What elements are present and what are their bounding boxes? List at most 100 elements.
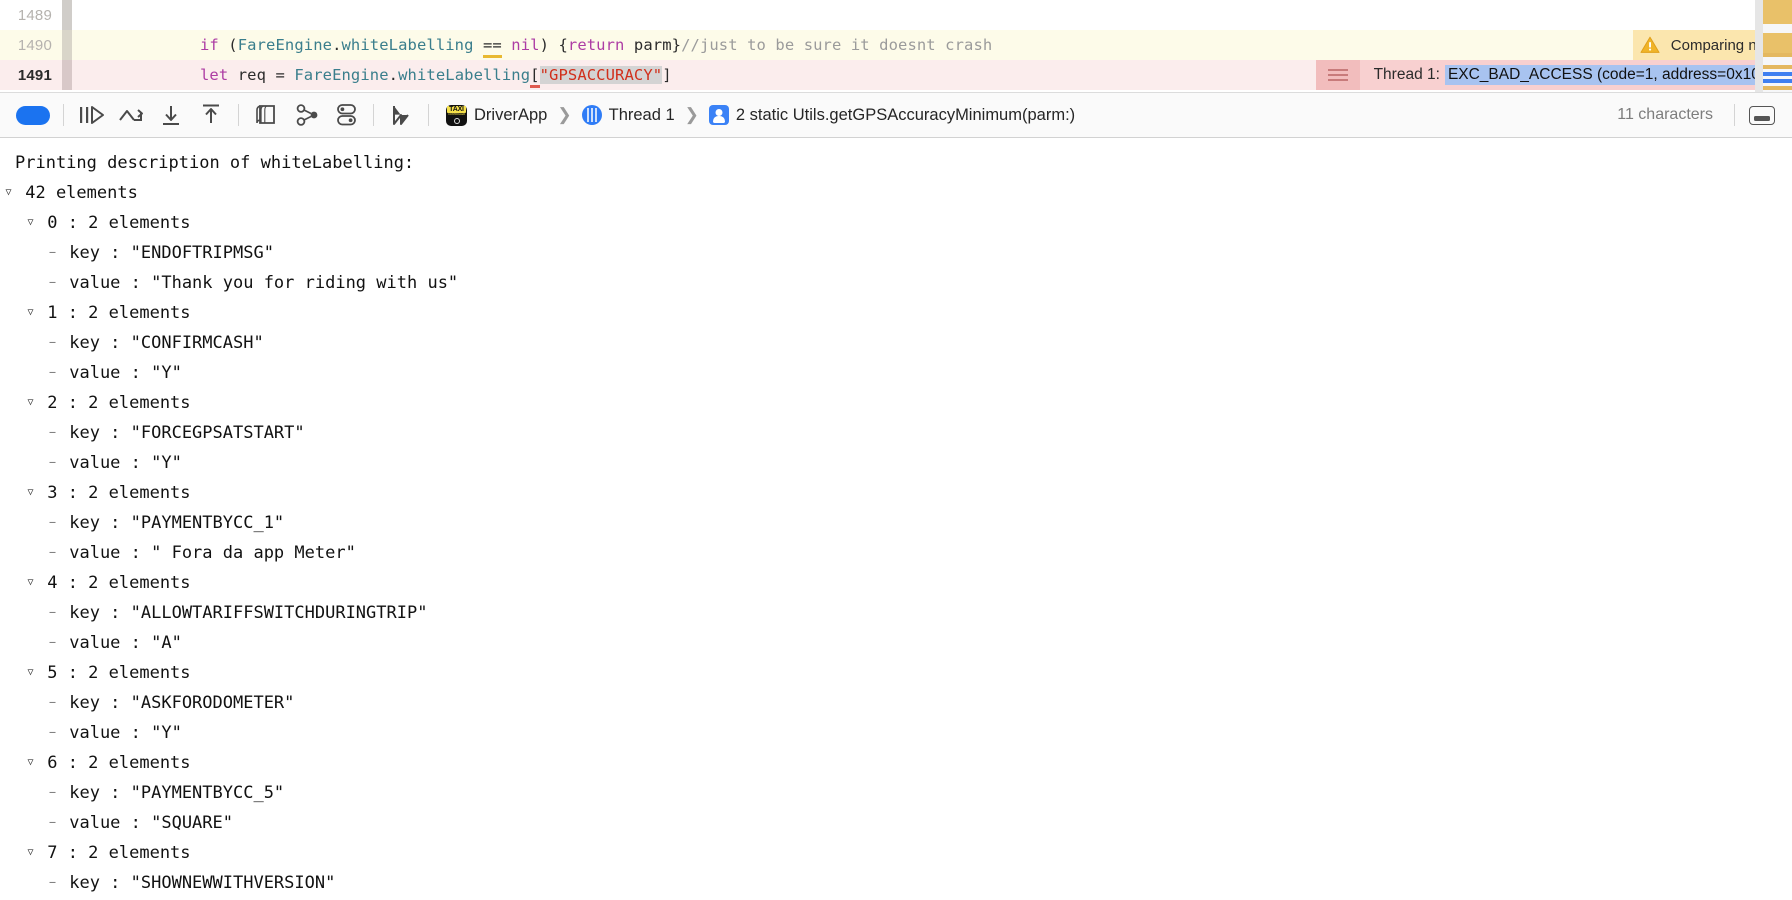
console-line-text: value : " Fora da app Meter"	[59, 543, 356, 563]
code-text[interactable]: if (FareEngine.whiteLabelling == nil) {r…	[72, 30, 1792, 60]
console-line[interactable]: – key : "PAYMENTBYCC_5"	[0, 778, 1792, 808]
console-line[interactable]: – key : "ALLOWTARIFFSWITCHDURINGTRIP"	[0, 598, 1792, 628]
keyword-if: if	[200, 36, 229, 54]
list-dash-icon: –	[49, 547, 56, 558]
console-line[interactable]: ▽ 6 : 2 elements	[0, 748, 1792, 778]
console-line[interactable]: Printing description of whiteLabelling:	[0, 148, 1792, 178]
console-line[interactable]: – key : "SHOWNEWWITHVERSION"	[0, 868, 1792, 898]
list-dash-icon: –	[49, 247, 56, 258]
list-dash-icon: –	[49, 637, 56, 648]
disclosure-triangle-icon[interactable]: ▽	[24, 208, 37, 238]
console-line-text: Printing description of whiteLabelling:	[15, 153, 415, 173]
console-line[interactable]: – value : "A"	[0, 628, 1792, 658]
disclosure-triangle-icon[interactable]: ▽	[24, 388, 37, 418]
line-number-gutter[interactable]: 1490	[0, 37, 62, 54]
console-line-text: 0 : 2 elements	[37, 213, 191, 233]
disclosure-triangle-icon[interactable]: ▽	[24, 298, 37, 328]
code-editor: 1489 1490 if (FareEngine.whiteLabelling …	[0, 0, 1792, 92]
breadcrumb-item-thread[interactable]: Thread 1	[580, 105, 677, 125]
breadcrumb: TAXI CONTROLLER DriverApp ❯ Thread 1 ❯ 2…	[444, 104, 1077, 126]
error-thread-label: Thread 1:	[1373, 66, 1440, 83]
editor-minimap-scrollbar[interactable]	[1755, 0, 1792, 92]
member-whitelabelling: whiteLabelling	[398, 66, 531, 84]
disclosure-triangle-icon[interactable]: ▽	[24, 568, 37, 598]
console-line[interactable]: ▽ 0 : 2 elements	[0, 208, 1792, 238]
disclosure-triangle-icon[interactable]: ▽	[24, 478, 37, 508]
stack-frame-icon	[708, 105, 729, 125]
console-line[interactable]: ▽ 1 : 2 elements	[0, 298, 1792, 328]
console-line-text: key : "ENDOFTRIPMSG"	[59, 243, 274, 263]
code-line-1490[interactable]: 1490 if (FareEngine.whiteLabelling == ni…	[0, 30, 1792, 60]
console-panel-toggle[interactable]	[1742, 99, 1782, 131]
thread-icon	[581, 105, 602, 125]
console-line-text: key : "PAYMENTBYCC_1"	[59, 513, 285, 533]
console-line[interactable]: ▽ 42 elements	[0, 178, 1792, 208]
debug-memory-graph-button[interactable]	[286, 99, 326, 131]
keyword-return: return	[567, 36, 625, 54]
debug-console-output[interactable]: Printing description of whiteLabelling: ▽…	[0, 138, 1792, 899]
console-line[interactable]: ▽ 4 : 2 elements	[0, 568, 1792, 598]
list-dash-icon: –	[49, 367, 56, 378]
step-over-button[interactable]	[111, 99, 151, 131]
console-panel-icon	[1749, 105, 1775, 125]
console-line[interactable]: – value : "SQUARE"	[0, 808, 1792, 838]
list-dash-icon: –	[49, 457, 56, 468]
console-line[interactable]: – key : "ASKFORODOMETER"	[0, 688, 1792, 718]
punct-open-bracket: [	[530, 66, 540, 88]
code-line-1489[interactable]: 1489	[0, 0, 1792, 30]
list-dash-icon: –	[49, 427, 56, 438]
console-line[interactable]: – value : "Y"	[0, 358, 1792, 388]
code-line-1491[interactable]: 1491 let req = FareEngine.whiteLabelling…	[0, 60, 1792, 90]
hamburger-icon[interactable]	[1315, 60, 1360, 90]
chevron-right-icon: ❯	[557, 105, 572, 124]
console-line[interactable]: – key : "CONFIRMCASH"	[0, 328, 1792, 358]
step-into-button[interactable]	[151, 99, 191, 131]
line-number-gutter[interactable]: 1491	[0, 67, 62, 84]
error-message: EXC_BAD_ACCESS (code=1, address=0x10)	[1444, 65, 1768, 85]
continue-button[interactable]	[71, 99, 111, 131]
breadcrumb-item-frame[interactable]: 2 static Utils.getGPSAccuracyMinimum(par…	[707, 105, 1077, 125]
operator-equals: ==	[482, 36, 502, 58]
console-line[interactable]: – key : "PAYMENTBYCC_1"	[0, 508, 1792, 538]
console-line[interactable]: – value : " Fora da app Meter"	[0, 538, 1792, 568]
console-line-text: 7 : 2 elements	[37, 843, 191, 863]
debug-bar: TAXI CONTROLLER DriverApp ❯ Thread 1 ❯ 2…	[0, 92, 1792, 138]
console-line[interactable]: – key : "FORCEGPSATSTART"	[0, 418, 1792, 448]
hide-debug-area-toggle[interactable]	[16, 105, 50, 125]
debug-view-hierarchy-button[interactable]	[246, 99, 286, 131]
console-line[interactable]: – value : "Y"	[0, 448, 1792, 478]
string-literal-gpsaccuracy[interactable]: "GPSACCURACY"	[539, 66, 663, 84]
console-line[interactable]: ▽ 7 : 2 elements	[0, 838, 1792, 868]
toolbar-divider	[428, 104, 429, 126]
operator-assign: =	[275, 66, 295, 84]
console-line[interactable]: – key : "ENDOFTRIPMSG"	[0, 238, 1792, 268]
line-number-gutter[interactable]: 1489	[0, 7, 62, 24]
disclosure-triangle-icon[interactable]: ▽	[24, 838, 37, 868]
console-line-text: value : "Y"	[59, 363, 182, 383]
breadcrumb-item-process[interactable]: TAXI CONTROLLER DriverApp	[444, 104, 549, 126]
keyword-let: let	[200, 66, 229, 84]
disclosure-triangle-icon[interactable]: ▽	[24, 748, 37, 778]
console-line[interactable]: ▽ 2 : 2 elements	[0, 388, 1792, 418]
disclosure-triangle-icon[interactable]: ▽	[24, 658, 37, 688]
disclosure-triangle-icon[interactable]: ▽	[2, 178, 15, 208]
environment-overrides-button[interactable]	[326, 99, 366, 131]
member-whitelabelling: whiteLabelling	[341, 36, 474, 54]
console-line[interactable]: ▽ 3 : 2 elements	[0, 478, 1792, 508]
warning-triangle-icon	[1632, 30, 1667, 60]
code-text[interactable]	[72, 0, 1792, 30]
type-fareengine: FareEngine	[237, 36, 333, 54]
list-dash-icon: –	[49, 697, 56, 708]
console-line[interactable]: ▽ 5 : 2 elements	[0, 658, 1792, 688]
console-line-text: key : "SHOWNEWWITHVERSION"	[59, 873, 336, 893]
runtime-error-badge[interactable]: Thread 1: EXC_BAD_ACCESS (code=1, addres…	[1315, 60, 1792, 90]
step-out-button[interactable]	[191, 99, 231, 131]
console-line[interactable]: – value : "Thank you for riding with us"	[0, 268, 1792, 298]
console-line-text: value : "A"	[59, 633, 182, 653]
punct	[502, 36, 511, 54]
taxi-app-icon: TAXI CONTROLLER	[446, 104, 467, 126]
change-bar	[62, 30, 72, 60]
type-fareengine: FareEngine	[294, 66, 389, 84]
simulate-location-button[interactable]	[381, 99, 421, 131]
console-line[interactable]: – value : "Y"	[0, 718, 1792, 748]
